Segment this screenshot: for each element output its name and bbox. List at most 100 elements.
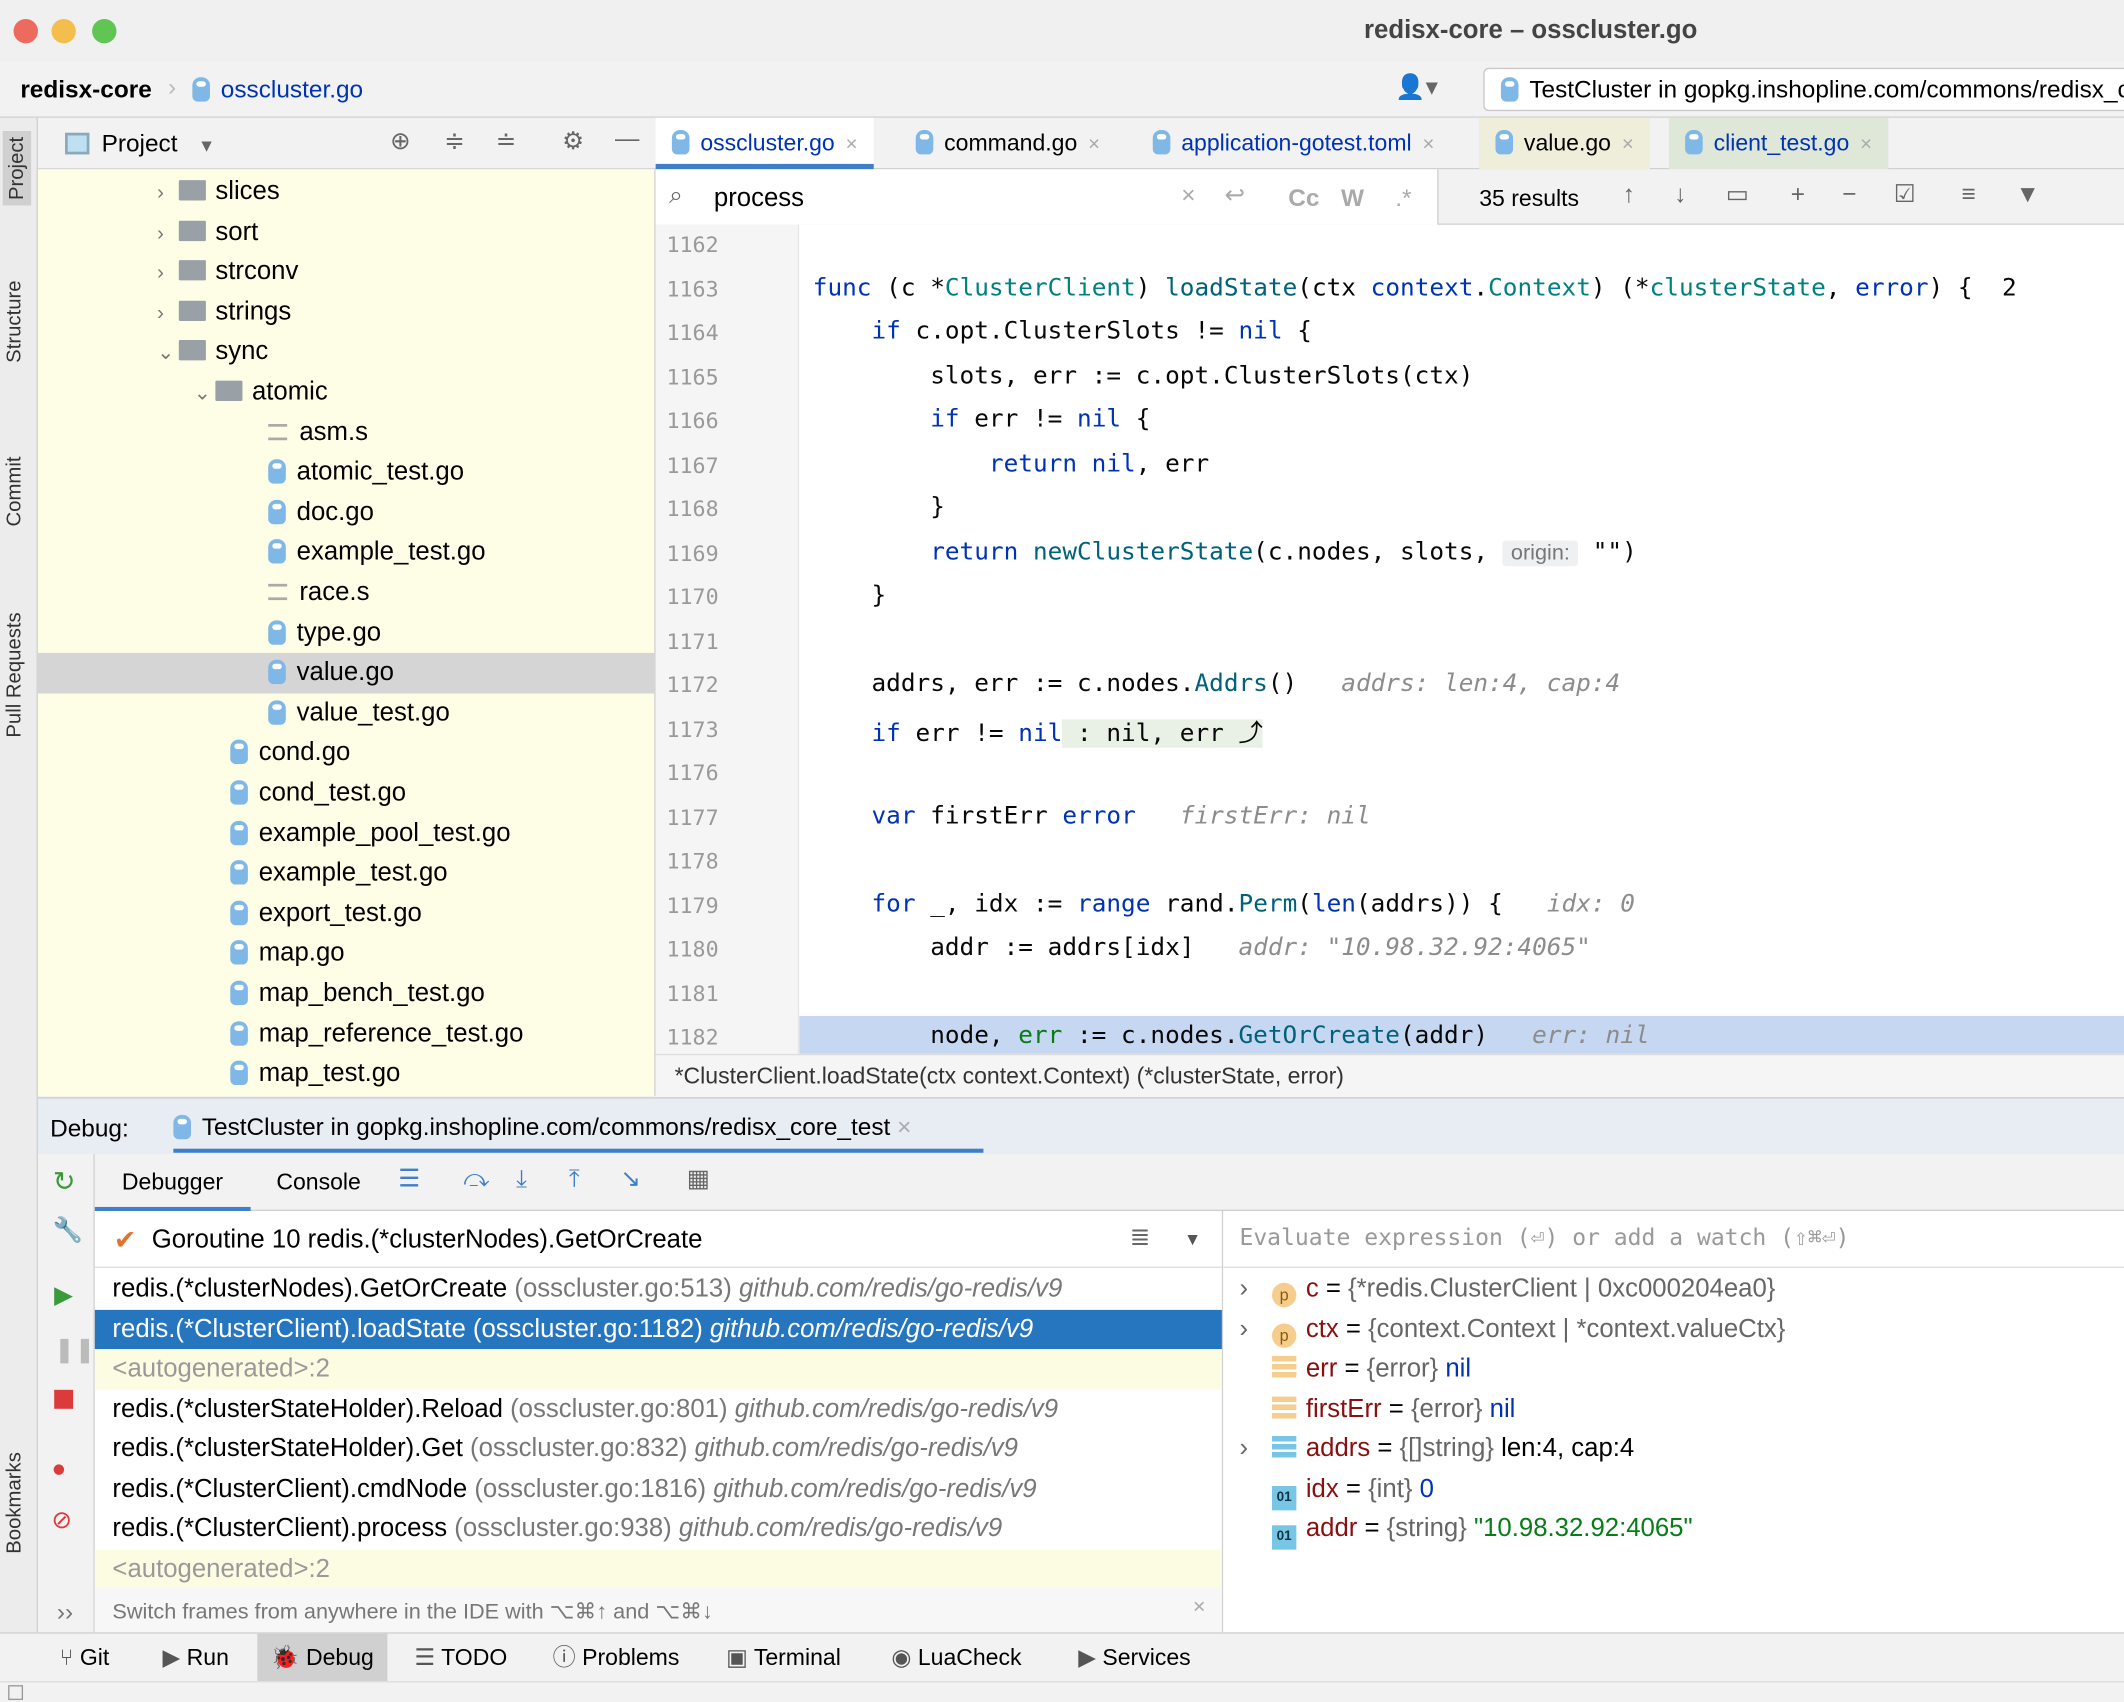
tree-item[interactable]: map_reference_test.go (38, 1014, 654, 1054)
tree-item[interactable]: ⌄ sync (38, 332, 654, 374)
evaluate-table-icon[interactable]: ▦ (687, 1165, 710, 1193)
tab-command-go[interactable]: command.go × (899, 118, 1116, 169)
rerun-icon[interactable]: ↻ (53, 1165, 76, 1199)
tree-item[interactable]: value.go (37, 653, 655, 694)
user-icon[interactable]: 👤▾ (1395, 73, 1438, 101)
tab-console[interactable]: Console (276, 1169, 360, 1196)
tool-window-problems[interactable]: ⓘ Problems (539, 1634, 693, 1683)
tab-osscluster-go[interactable]: osscluster.go × (655, 117, 874, 170)
new-line-icon[interactable]: ↩ (1225, 182, 1245, 210)
stack-frame[interactable]: redis.(*clusterStateHolder).Reload (ossc… (95, 1389, 1222, 1429)
tree-item[interactable]: › strings (38, 292, 654, 332)
stop-icon[interactable] (54, 1389, 74, 1409)
run-configuration-selector[interactable]: TestCluster in gopkg.inshopline.com/comm… (1483, 67, 2124, 112)
stack-frame[interactable]: redis.(*ClusterClient).process (ossclust… (95, 1509, 1222, 1549)
filter-icon[interactable]: ▼ (2016, 180, 2040, 208)
previous-occurrence-icon[interactable]: ↑ (1623, 180, 1635, 208)
tool-window-luacheck[interactable]: ◉ LuaCheck (878, 1634, 1035, 1683)
step-into-icon[interactable]: ⤓ (516, 1165, 527, 1193)
variable-row[interactable]: › addrs = {[]string} len:4, cap:4 (1223, 1429, 1634, 1469)
select-all-occurrences-icon[interactable]: ☑ (1894, 180, 1916, 208)
tree-item[interactable]: doc.go (38, 493, 654, 533)
tab-client-test-go[interactable]: client_test.go × (1668, 117, 1889, 170)
tree-item[interactable]: › strconv (38, 252, 654, 294)
view-breakpoints-icon[interactable]: ● (51, 1455, 66, 1483)
pause-icon[interactable]: ❚❚ (54, 1336, 95, 1364)
debug-session-tab[interactable]: TestCluster in gopkg.inshopline.com/comm… (173, 1099, 984, 1153)
tree-item[interactable]: map_bench_test.go (38, 974, 654, 1014)
expand-chevron-icon[interactable]: › (1239, 1269, 1272, 1309)
close-tab-icon[interactable]: × (1088, 133, 1100, 156)
stack-frame[interactable]: redis.(*ClusterClient).cmdNode (ossclust… (95, 1469, 1222, 1509)
run-to-cursor-icon[interactable]: ↘ (620, 1165, 640, 1193)
stripe-tab-pull-requests[interactable]: Pull Requests (3, 612, 26, 737)
filter-options-icon[interactable]: ≡ (1961, 180, 1975, 208)
resume-icon[interactable]: ▶ (54, 1281, 73, 1309)
locate-file-icon[interactable]: ⊕ (390, 127, 410, 155)
tool-window-services[interactable]: ▶ Services (1065, 1634, 1205, 1683)
layout-menu-icon[interactable]: ☰ (398, 1165, 420, 1193)
chevron-icon[interactable]: ⌄ (157, 334, 179, 374)
variable-row[interactable]: › p c = {*redis.ClusterClient | 0xc000204e… (1223, 1269, 1775, 1309)
more-icon[interactable]: ›› (57, 1598, 73, 1626)
expand-all-icon[interactable]: ≑ (444, 127, 464, 155)
tab-application-gotest-toml[interactable]: application-gotest.toml × (1137, 118, 1451, 169)
stack-frame[interactable]: <autogenerated>:2 (94, 1548, 1222, 1589)
code-editor[interactable]: func (c *ClusterClient) loadState(ctx co… (799, 224, 2124, 1054)
search-field[interactable]: ⌕ process × ↩ Cc W .* (655, 169, 1439, 225)
stripe-tab-bookmarks[interactable]: Bookmarks (3, 1452, 26, 1554)
add-occurrence-icon[interactable]: + (1791, 180, 1805, 208)
tree-item[interactable]: › slices (38, 172, 654, 213)
step-out-icon[interactable]: ⤒ (569, 1165, 580, 1193)
chevron-icon[interactable]: › (157, 213, 179, 253)
chevron-icon[interactable]: › (157, 173, 179, 213)
stripe-tab-project[interactable]: Project (2, 131, 32, 206)
tree-item[interactable]: cond.go (38, 733, 654, 773)
collapse-all-icon[interactable]: ≐ (496, 127, 516, 155)
tree-item[interactable]: export_test.go (38, 894, 654, 934)
wrench-icon[interactable]: 🔧 (53, 1216, 83, 1244)
hide-panel-icon[interactable]: — (615, 125, 639, 153)
tool-window-run[interactable]: ▶ Run (149, 1634, 242, 1683)
variable-row[interactable]: err = {error} nil (1223, 1349, 1471, 1389)
step-over-icon[interactable]: ⤼ (463, 1165, 489, 1193)
variable-row[interactable]: firstErr = {error} nil (1223, 1389, 1515, 1429)
variable-row[interactable]: › p ctx = {context.Context | *context.valu… (1223, 1309, 1785, 1349)
tool-window-debug[interactable]: 🐞 Debug (257, 1633, 388, 1683)
mute-breakpoints-icon[interactable]: ⊘ (51, 1506, 71, 1534)
status-toggle-icon[interactable] (8, 1685, 24, 1701)
tab-value-go[interactable]: value.go × (1479, 117, 1650, 170)
tool-window-terminal[interactable]: ▣ Terminal (713, 1634, 855, 1683)
tree-item[interactable]: value_test.go (38, 693, 654, 733)
filter-frames-icon[interactable]: ≣ (1130, 1223, 1150, 1251)
code-breadcrumb[interactable]: *ClusterClient.loadState(ctx context.Con… (655, 1053, 2124, 1098)
project-view-selector[interactable]: Project ▼ (102, 130, 216, 158)
tool-window-todo[interactable]: ☰ TODO (401, 1634, 521, 1683)
close-session-icon[interactable]: × (897, 1113, 911, 1140)
chevron-down-icon[interactable]: ▼ (1184, 1229, 1201, 1249)
goroutine-selector[interactable]: ✔ Goroutine 10 redis.(*clusterNodes).Get… (94, 1211, 1222, 1268)
expand-chevron-icon[interactable]: › (1239, 1429, 1272, 1469)
tree-item[interactable]: cond_test.go (38, 773, 654, 813)
evaluate-expression-input[interactable]: Evaluate expression (⏎) or add a watch (… (1223, 1211, 2124, 1268)
tree-item[interactable]: › sort (38, 212, 654, 253)
tree-item[interactable]: atomic_test.go (38, 453, 654, 493)
breadcrumb-project[interactable]: redisx-core (20, 76, 151, 104)
tree-item[interactable]: example_test.go (38, 533, 654, 573)
chevron-icon[interactable]: › (157, 254, 179, 294)
close-tab-icon[interactable]: × (846, 133, 858, 156)
tree-item[interactable]: asm.s (38, 413, 654, 453)
tool-window-git[interactable]: ⑂ Git (46, 1634, 123, 1683)
close-tab-icon[interactable]: × (1860, 133, 1872, 156)
variable-row[interactable]: 01 idx = {int} 0 (1223, 1469, 1434, 1510)
tree-item[interactable]: example_pool_test.go (38, 814, 654, 854)
remove-occurrence-icon[interactable]: − (1842, 180, 1856, 208)
stack-frame[interactable]: redis.(*clusterNodes).GetOrCreate (osscl… (95, 1269, 1222, 1309)
chevron-icon[interactable]: ⌄ (194, 374, 216, 414)
variable-row[interactable]: 01 addr = {string} "10.98.32.92:4065" (1223, 1509, 1693, 1550)
gear-icon[interactable]: ⚙ (562, 127, 584, 155)
clear-search-icon[interactable]: × (1181, 182, 1195, 210)
next-occurrence-icon[interactable]: ↓ (1674, 180, 1686, 208)
stack-frame[interactable]: redis.(*ClusterClient).loadState (ossclu… (94, 1309, 1222, 1350)
regex-toggle[interactable]: .* (1395, 184, 1411, 212)
